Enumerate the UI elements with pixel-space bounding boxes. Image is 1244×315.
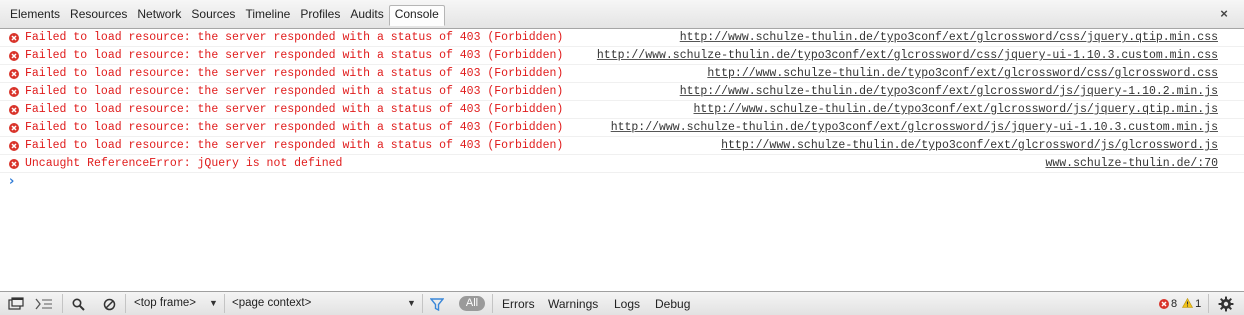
panel-tabs: Elements Resources Network Sources Timel… [5, 5, 445, 26]
tab-network[interactable]: Network [132, 5, 186, 25]
message-text: Failed to load resource: the server resp… [25, 121, 564, 134]
prompt-caret-icon: › [9, 174, 15, 189]
console-message: Failed to load resource: the server resp… [0, 65, 1244, 83]
tab-console[interactable]: Console [388, 5, 445, 26]
message-source-link[interactable]: http://www.schulze-thulin.de/typo3conf/e… [611, 119, 1218, 136]
filter-icon[interactable] [424, 293, 450, 315]
console-message: Failed to load resource: the server resp… [0, 119, 1244, 137]
filter-errors-button[interactable]: Errors [502, 296, 535, 312]
error-icon [9, 141, 19, 151]
context-select-value: <page context> [232, 297, 312, 309]
filter-warnings-button[interactable]: Warnings [548, 296, 598, 312]
filter-all-button[interactable]: All [459, 296, 485, 311]
message-text: Failed to load resource: the server resp… [25, 31, 564, 44]
error-count-icon [1159, 299, 1169, 309]
clear-console-icon[interactable] [96, 293, 122, 315]
tab-resources[interactable]: Resources [65, 5, 132, 25]
message-source-link[interactable]: http://www.schulze-thulin.de/typo3conf/e… [694, 101, 1219, 118]
error-icon [9, 105, 19, 115]
console-message: Uncaught ReferenceError: jQuery is not d… [0, 155, 1244, 173]
tab-timeline[interactable]: Timeline [240, 5, 295, 25]
error-icon [9, 51, 19, 61]
message-source-link[interactable]: http://www.schulze-thulin.de/typo3conf/e… [680, 83, 1218, 100]
message-text: Failed to load resource: the server resp… [25, 49, 564, 62]
context-select[interactable]: <page context> ▼ [232, 295, 418, 312]
close-devtools-icon[interactable]: × [1217, 7, 1231, 21]
console-message: Failed to load resource: the server resp… [0, 83, 1244, 101]
error-icon [9, 87, 19, 97]
message-counters[interactable]: 8 1 [1159, 296, 1201, 312]
tab-profiles[interactable]: Profiles [295, 5, 345, 25]
toolbar-divider [125, 294, 126, 313]
console-statusbar: <top frame> ▼ <page context> ▼ All Error… [0, 291, 1244, 315]
console-prompt[interactable]: › [0, 173, 1244, 191]
console-message: Failed to load resource: the server resp… [0, 47, 1244, 65]
error-icon [9, 159, 19, 169]
console-message: Failed to load resource: the server resp… [0, 29, 1244, 47]
frame-select-value: <top frame> [134, 297, 197, 309]
dock-icon[interactable] [3, 293, 29, 315]
search-icon[interactable] [65, 293, 91, 315]
tab-elements[interactable]: Elements [5, 5, 65, 25]
toolbar-divider [492, 294, 493, 313]
message-text: Failed to load resource: the server resp… [25, 85, 564, 98]
chevron-down-icon: ▼ [209, 298, 218, 308]
error-icon [9, 69, 19, 79]
error-icon [9, 33, 19, 43]
error-icon [9, 123, 19, 133]
tab-sources[interactable]: Sources [186, 5, 240, 25]
filter-logs-button[interactable]: Logs [614, 296, 640, 312]
message-text: Failed to load resource: the server resp… [25, 103, 564, 116]
message-text: Failed to load resource: the server resp… [25, 67, 564, 80]
message-source-link[interactable]: http://www.schulze-thulin.de/typo3conf/e… [597, 47, 1218, 64]
message-source-link[interactable]: http://www.schulze-thulin.de/typo3conf/e… [721, 137, 1218, 154]
error-count: 8 [1171, 298, 1178, 310]
tab-audits[interactable]: Audits [345, 5, 388, 25]
message-text: Uncaught ReferenceError: jQuery is not d… [25, 157, 343, 170]
gear-icon[interactable] [1213, 293, 1239, 315]
console-messages: Failed to load resource: the server resp… [0, 29, 1244, 293]
frame-select[interactable]: <top frame> ▼ [134, 295, 220, 312]
toolbar-divider [422, 294, 423, 313]
message-text: Failed to load resource: the server resp… [25, 139, 564, 152]
message-source-link[interactable]: http://www.schulze-thulin.de/typo3conf/e… [680, 29, 1218, 46]
warning-count: 1 [1195, 298, 1202, 310]
message-source-link[interactable]: www.schulze-thulin.de/:70 [1045, 155, 1218, 172]
show-drawer-icon[interactable] [31, 293, 57, 315]
toolbar-divider [1208, 294, 1209, 313]
warning-count-icon [1182, 297, 1194, 311]
filter-debug-button[interactable]: Debug [655, 296, 690, 312]
devtools-tabbar: Elements Resources Network Sources Timel… [0, 0, 1244, 29]
chevron-down-icon: ▼ [407, 298, 416, 308]
console-message: Failed to load resource: the server resp… [0, 137, 1244, 155]
toolbar-divider [62, 294, 63, 313]
message-source-link[interactable]: http://www.schulze-thulin.de/typo3conf/e… [707, 65, 1218, 82]
console-message: Failed to load resource: the server resp… [0, 101, 1244, 119]
toolbar-divider [224, 294, 225, 313]
